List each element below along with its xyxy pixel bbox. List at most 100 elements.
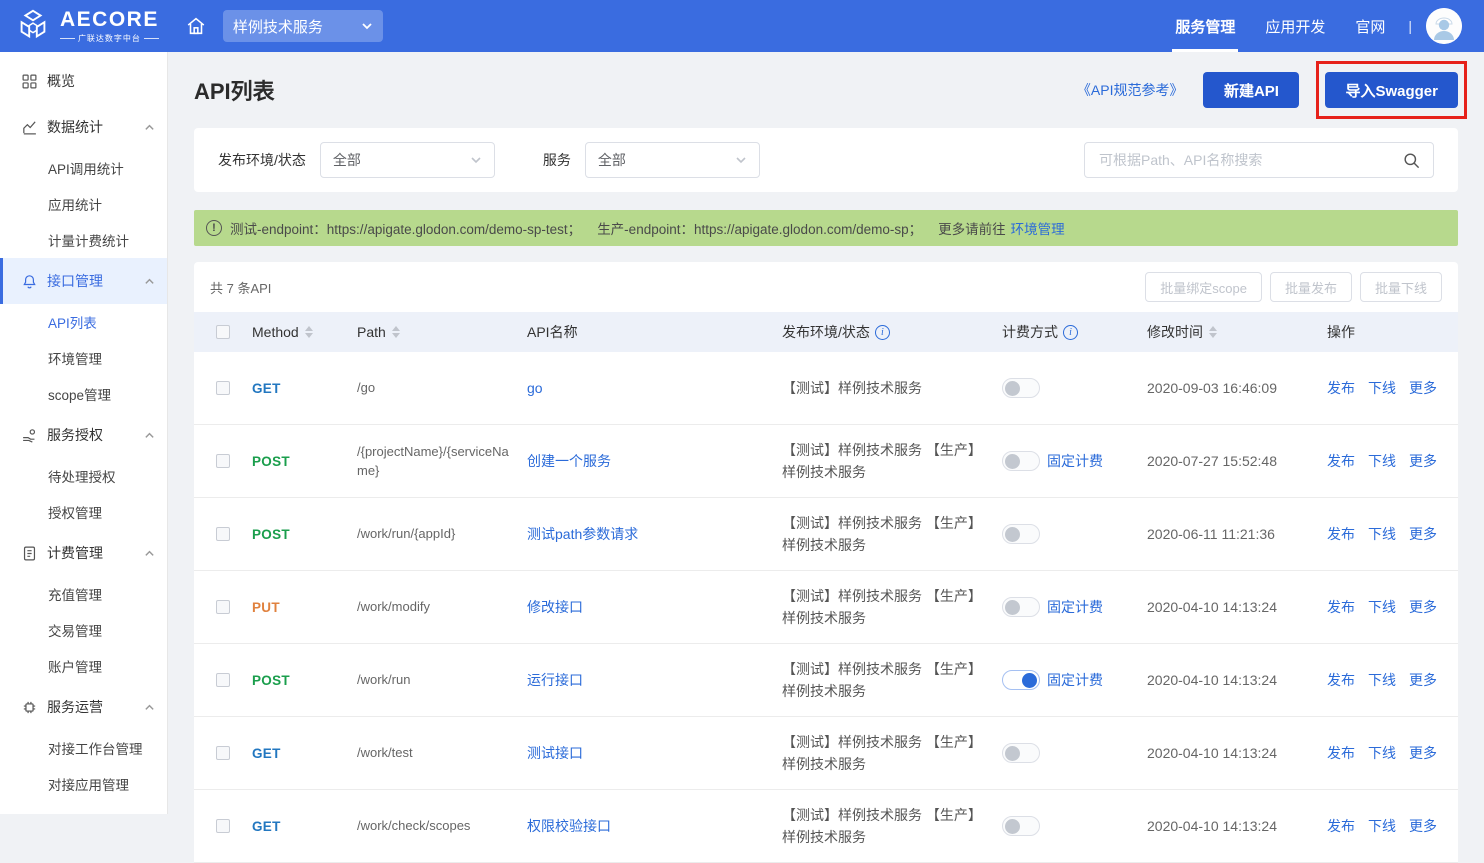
sidebar-item-scope-mgmt[interactable]: scope管理 [0,376,167,412]
sort-icon[interactable] [392,326,400,338]
publish-link[interactable]: 发布 [1327,670,1355,690]
row-checkbox[interactable] [216,673,230,687]
new-api-button[interactable]: 新建API [1203,72,1299,108]
more-link[interactable]: 更多 [1409,816,1437,836]
billing-toggle[interactable] [1002,378,1040,398]
search-icon[interactable] [1402,151,1421,170]
logo[interactable]: AECORE 广联达数字中台 [14,7,159,45]
import-swagger-button[interactable]: 导入Swagger [1325,72,1458,108]
sidebar-item-api-mgmt[interactable]: 接口管理 [0,258,167,304]
publish-link[interactable]: 发布 [1327,743,1355,763]
api-name-link[interactable]: go [527,380,543,396]
offline-link[interactable]: 下线 [1368,816,1396,836]
row-checkbox[interactable] [216,454,230,468]
offline-link[interactable]: 下线 [1368,524,1396,544]
more-link[interactable]: 更多 [1409,597,1437,617]
publish-link[interactable]: 发布 [1327,816,1355,836]
info-icon[interactable]: i [1063,325,1078,340]
offline-link[interactable]: 下线 [1368,451,1396,471]
api-name-link[interactable]: 修改接口 [527,599,583,615]
sidebar-item-overview[interactable]: 概览 [0,58,167,104]
env-filter-select[interactable]: 全部 [320,142,495,178]
sidebar-item-data-stats[interactable]: 数据统计 [0,104,167,150]
row-checkbox-cell [194,381,252,395]
chevron-up-icon[interactable] [144,276,155,287]
billing-toggle[interactable] [1002,670,1040,690]
env-status-cell: 【测试】样例技术服务 【生产】样例技术服务 [782,439,1002,484]
sidebar-item-integration-app-mgmt[interactable]: 对接应用管理 [0,766,167,802]
publish-link[interactable]: 发布 [1327,451,1355,471]
offline-link[interactable]: 下线 [1368,597,1396,617]
sidebar-item-trade-mgmt[interactable]: 交易管理 [0,612,167,648]
chevron-down-icon [470,154,482,166]
chevron-up-icon[interactable] [144,430,155,441]
billing-toggle[interactable] [1002,451,1040,471]
sort-icon[interactable] [1209,326,1217,338]
home-icon[interactable] [185,15,207,37]
search-input[interactable] [1097,151,1394,169]
row-checkbox[interactable] [216,381,230,395]
row-checkbox[interactable] [216,600,230,614]
sidebar-item-account-mgmt[interactable]: 账户管理 [0,648,167,684]
more-link[interactable]: 更多 [1409,378,1437,398]
api-name-link[interactable]: 运行接口 [527,672,583,688]
chart-icon [21,119,38,136]
more-link[interactable]: 更多 [1409,524,1437,544]
batch-bind-scope-button[interactable]: 批量绑定scope [1145,272,1262,302]
sidebar-item-pending-auth[interactable]: 待处理授权 [0,458,167,494]
billing-toggle[interactable] [1002,524,1040,544]
billing-cell: 固定计费 [1002,670,1147,690]
sidebar-item-api-list[interactable]: API列表 [0,304,167,340]
chevron-up-icon[interactable] [144,702,155,713]
row-checkbox[interactable] [216,527,230,541]
api-spec-link[interactable]: 《API规范参考》 [1077,80,1184,100]
api-name-link[interactable]: 权限校验接口 [527,818,611,834]
info-icon[interactable]: i [875,325,890,340]
more-link[interactable]: 更多 [1409,743,1437,763]
sidebar-item-workbench-mgmt[interactable]: 对接工作台管理 [0,730,167,766]
project-select[interactable]: 样例技术服务 [223,10,383,42]
row-checkbox[interactable] [216,746,230,760]
sidebar-item-app-stats[interactable]: 应用统计 [0,186,167,222]
sidebar-item-billing-mgmt[interactable]: 计费管理 [0,530,167,576]
chevron-up-icon[interactable] [144,122,155,133]
sidebar-item-env-mgmt[interactable]: 环境管理 [0,340,167,376]
publish-link[interactable]: 发布 [1327,378,1355,398]
top-nav-app-dev[interactable]: 应用开发 [1250,0,1340,52]
chevron-up-icon[interactable] [144,548,155,559]
offline-link[interactable]: 下线 [1368,743,1396,763]
sidebar-item-metering-billing-stats[interactable]: 计量计费统计 [0,222,167,258]
row-checkbox[interactable] [216,819,230,833]
more-link[interactable]: 更多 [1409,451,1437,471]
batch-publish-button[interactable]: 批量发布 [1270,272,1352,302]
env-status-cell: 【测试】样例技术服务 [782,377,1002,399]
sidebar-item-service-auth[interactable]: 服务授权 [0,412,167,458]
service-filter-select[interactable]: 全部 [585,142,760,178]
publish-link[interactable]: 发布 [1327,597,1355,617]
offline-link[interactable]: 下线 [1368,378,1396,398]
env-mgmt-link[interactable]: 环境管理 [1011,218,1065,238]
batch-offline-button[interactable]: 批量下线 [1360,272,1442,302]
sidebar-item-api-call-stats[interactable]: API调用统计 [0,150,167,186]
publish-link[interactable]: 发布 [1327,524,1355,544]
actions-cell: 发布下线更多 [1327,743,1458,763]
sidebar-item-auth-mgmt[interactable]: 授权管理 [0,494,167,530]
api-name-link[interactable]: 创建一个服务 [527,453,611,469]
billing-cell [1002,378,1147,398]
billing-toggle[interactable] [1002,816,1040,836]
avatar[interactable] [1426,8,1462,44]
api-name-link[interactable]: 测试接口 [527,745,583,761]
billing-toggle[interactable] [1002,597,1040,617]
top-header: AECORE 广联达数字中台 样例技术服务 服务管理应用开发官网 | [0,0,1484,52]
sort-icon[interactable] [305,326,313,338]
top-nav-official-site[interactable]: 官网 [1340,0,1400,52]
more-link[interactable]: 更多 [1409,670,1437,690]
api-name-link[interactable]: 测试path参数请求 [527,526,638,542]
sidebar-item-developer-mgmt[interactable]: 开发者管理 [0,802,167,814]
offline-link[interactable]: 下线 [1368,670,1396,690]
top-nav-service-mgmt[interactable]: 服务管理 [1160,0,1250,52]
sidebar-item-service-ops[interactable]: 服务运营 [0,684,167,730]
billing-toggle[interactable] [1002,743,1040,763]
select-all-checkbox[interactable] [216,325,230,339]
sidebar-item-recharge-mgmt[interactable]: 充值管理 [0,576,167,612]
